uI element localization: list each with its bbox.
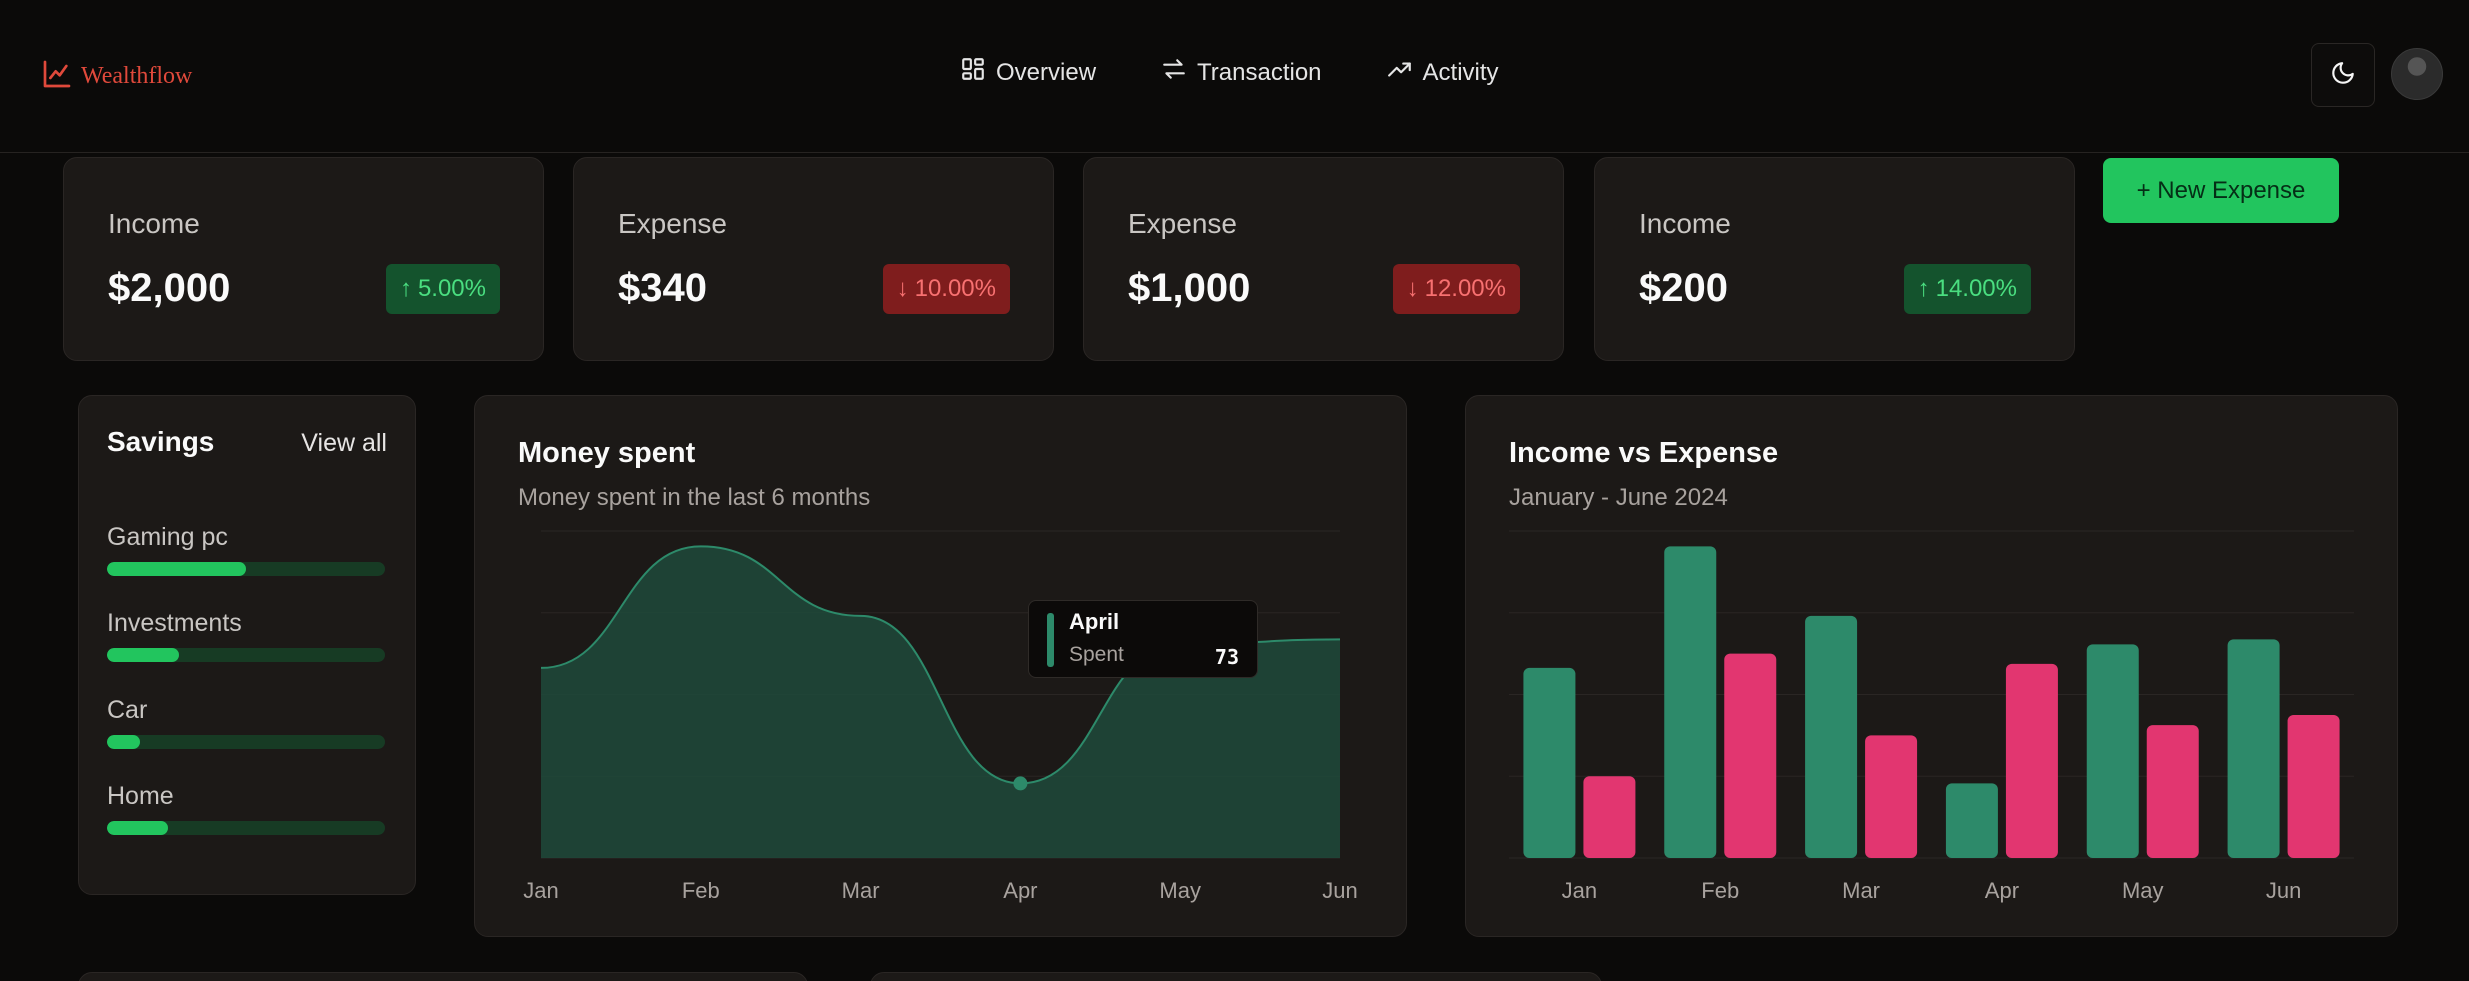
stat-label: Income	[108, 208, 200, 239]
arrow-down-icon: ↓	[896, 275, 909, 302]
bar	[1805, 615, 1858, 858]
bottom-card	[870, 972, 1602, 981]
bar	[1865, 735, 1918, 858]
savings-item: Car	[107, 696, 385, 749]
income-vs-expense-chart: Jan Feb Mar Apr May Jun	[1509, 530, 2354, 903]
moon-icon	[2330, 60, 2356, 91]
bar	[1724, 653, 1777, 858]
top-header: Wealthflow Overview Transaction Activity	[0, 0, 2469, 153]
nav-transaction[interactable]: Transaction	[1161, 56, 1322, 89]
x-tick-label: May	[2122, 878, 2164, 903]
savings-item: Gaming pc	[107, 523, 385, 576]
bar	[2146, 725, 2199, 858]
income-vs-expense-card: Income vs Expense January - June 2024 Ja…	[1465, 395, 2398, 937]
x-tick-label: Mar	[1842, 878, 1880, 903]
savings-progress-fill	[107, 648, 180, 662]
stat-card-income: Income $2,000 ↑ 5.00%	[63, 157, 544, 361]
savings-item: Investments	[107, 609, 385, 662]
bottom-card	[78, 972, 808, 981]
x-tick-label: Jun	[1322, 878, 1357, 903]
grid-icon	[960, 56, 986, 89]
savings-item: Home	[107, 782, 385, 835]
x-tick-label: Apr	[1003, 878, 1037, 903]
tooltip-series-swatch	[1047, 613, 1054, 667]
change-value: 14.00%	[1935, 275, 2017, 302]
arrows-exchange-icon	[1161, 56, 1187, 89]
change-badge: ↓ 10.00%	[882, 264, 1010, 314]
change-value: 5.00%	[417, 275, 486, 302]
change-badge: ↑ 5.00%	[385, 264, 500, 314]
savings-progress-track	[107, 562, 385, 576]
tooltip-title: April	[1069, 609, 1120, 634]
x-tick-label: May	[1159, 878, 1201, 903]
stat-card-expense: Expense $1,000 ↓ 12.00%	[1083, 157, 1564, 361]
x-tick-label: Jan	[1562, 878, 1597, 903]
trending-up-icon	[1387, 56, 1413, 89]
active-point	[1013, 776, 1028, 791]
savings-item-label: Car	[107, 696, 148, 724]
bar	[2086, 644, 2139, 858]
bar	[1945, 783, 1998, 858]
bar	[2227, 639, 2280, 858]
change-value: 12.00%	[1424, 275, 1506, 302]
nav-overview-label: Overview	[996, 58, 1097, 86]
bar	[1583, 776, 1636, 858]
arrow-up-icon: ↑	[399, 275, 412, 302]
x-tick-label: Mar	[842, 878, 880, 903]
savings-item-label: Gaming pc	[107, 523, 228, 551]
savings-progress-fill	[107, 562, 246, 576]
series-area	[541, 546, 1340, 858]
chart-line-icon	[41, 58, 73, 95]
stat-value: $340	[618, 266, 707, 310]
stat-value: $2,000	[108, 266, 231, 310]
change-badge: ↓ 12.00%	[1392, 264, 1520, 314]
savings-progress-fill	[107, 735, 141, 749]
stat-value: $200	[1639, 266, 1728, 310]
theme-toggle-button[interactable]	[2311, 43, 2375, 107]
savings-item-label: Investments	[107, 609, 242, 637]
nav-activity-label: Activity	[1422, 58, 1499, 86]
x-tick-label: Apr	[1985, 878, 2019, 903]
app-name: Wealthflow	[81, 63, 193, 89]
arrow-down-icon: ↓	[1406, 275, 1419, 302]
tooltip-key: Spent	[1069, 643, 1124, 666]
savings-card: Savings View all Gaming pc Investments C…	[78, 395, 416, 895]
bar	[1664, 546, 1717, 858]
x-tick-label: Feb	[1701, 878, 1739, 903]
app-logo[interactable]: Wealthflow	[41, 58, 192, 95]
savings-progress-track	[107, 648, 385, 662]
x-tick-label: Feb	[682, 878, 720, 903]
tooltip-value: 73	[1214, 645, 1239, 669]
main-nav: Overview Transaction Activity	[960, 56, 1499, 89]
stat-label: Income	[1639, 208, 1731, 239]
nav-activity[interactable]: Activity	[1387, 56, 1499, 89]
bar	[2287, 714, 2340, 858]
bar	[2005, 663, 2058, 858]
change-badge: ↑ 14.00%	[1903, 264, 2031, 314]
nav-overview[interactable]: Overview	[960, 56, 1096, 89]
view-all-link[interactable]: View all	[301, 429, 387, 458]
money-spent-card: Money spent Money spent in the last 6 mo…	[474, 395, 1407, 937]
new-expense-button[interactable]: + New Expense	[2103, 158, 2339, 223]
arrow-up-icon: ↑	[1917, 275, 1930, 302]
savings-progress-track	[107, 735, 385, 749]
stat-card-expense: Expense $340 ↓ 10.00%	[573, 157, 1054, 361]
stat-value: $1,000	[1128, 266, 1251, 310]
savings-title: Savings	[107, 426, 215, 457]
change-value: 10.00%	[914, 275, 996, 302]
savings-progress-track	[107, 821, 385, 835]
x-tick-label: Jun	[2266, 878, 2301, 903]
stat-card-income: Income $200 ↑ 14.00%	[1594, 157, 2075, 361]
savings-progress-fill	[107, 821, 169, 835]
stat-label: Expense	[618, 208, 727, 239]
nav-transaction-label: Transaction	[1197, 58, 1322, 86]
savings-item-label: Home	[107, 782, 174, 810]
x-tick-label: Jan	[523, 878, 558, 903]
stat-label: Expense	[1128, 208, 1237, 239]
chart-tooltip: April Spent 73	[1028, 600, 1258, 678]
user-avatar[interactable]	[2391, 48, 2443, 100]
bar	[1523, 667, 1576, 858]
money-spent-chart: Jan Feb Mar Apr May Jun	[523, 530, 1358, 903]
